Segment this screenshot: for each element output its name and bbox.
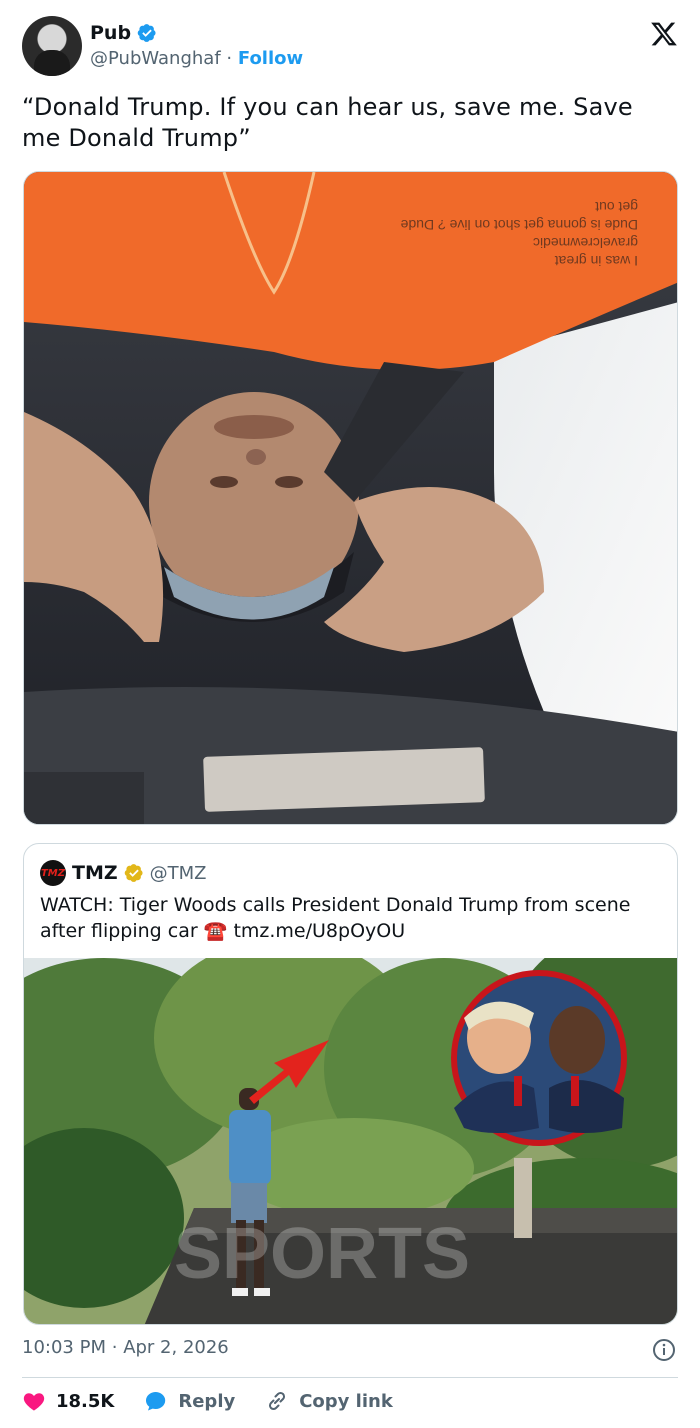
quoted-tweet-header: TMZ TMZ @TMZ <box>40 860 207 886</box>
heart-icon <box>23 1393 45 1411</box>
link-icon <box>269 1391 286 1411</box>
x-logo-icon[interactable] <box>650 20 678 48</box>
handle-row: @PubWanghaf · Follow <box>90 48 303 69</box>
gold-verified-badge-icon <box>124 864 143 882</box>
reply-button[interactable]: Reply <box>144 1389 235 1413</box>
tweet-media-image[interactable]: get out Dude is gonna get shot on live ?… <box>23 171 678 825</box>
copy-link-label: Copy link <box>299 1390 393 1412</box>
quoted-tweet[interactable]: TMZ TMZ @TMZ WATCH: Tiger Woods calls Pr… <box>23 843 678 1325</box>
reply-bubble-icon <box>146 1392 166 1411</box>
quoted-tweet-text: WATCH: Tiger Woods calls President Donal… <box>40 892 660 944</box>
timestamp-date: Apr 2, 2026 <box>123 1337 229 1358</box>
action-bar: 18.5K Reply Copy link <box>22 1386 393 1416</box>
tweet-header: Pub @PubWanghaf · Follow <box>22 16 682 78</box>
name-row: Pub <box>90 22 157 44</box>
tweet-text: “Donald Trump. If you can hear us, save … <box>22 93 633 152</box>
overlay-caption-1: get out <box>595 199 638 215</box>
watermark-text: SPORTS <box>174 1214 470 1294</box>
overlay-caption-4: I was in great <box>555 253 638 269</box>
overlay-caption-2: Dude is gonna get shot on live ? Dude <box>400 217 638 233</box>
timestamp-time: 10:03 PM <box>22 1337 106 1358</box>
quoted-display-name[interactable]: TMZ <box>72 862 118 884</box>
verified-badge-icon <box>137 24 156 42</box>
like-count: 18.5K <box>56 1390 115 1412</box>
quoted-link[interactable]: tmz.me/U8pOyOU <box>233 920 405 942</box>
like-button[interactable]: 18.5K <box>22 1389 114 1413</box>
phone-emoji: ☎️ <box>203 920 228 942</box>
avatar[interactable] <box>22 16 82 76</box>
overlay-caption-3: gravelcrewmedic <box>533 235 638 251</box>
tmz-logo-avatar[interactable]: TMZ <box>40 860 66 886</box>
display-name[interactable]: Pub <box>90 22 131 44</box>
quoted-handle[interactable]: @TMZ <box>150 863 207 884</box>
user-handle[interactable]: @PubWanghaf <box>90 48 221 69</box>
tweet-timestamp[interactable]: 10:03 PM · Apr 2, 2026 <box>22 1337 229 1358</box>
info-icon[interactable] <box>652 1338 676 1362</box>
tweet-card: Pub @PubWanghaf · Follow “Donald Trump. … <box>0 0 700 1428</box>
quoted-media-image[interactable]: SPORTS <box>24 958 677 1324</box>
copy-link-button[interactable]: Copy link <box>265 1389 393 1413</box>
follow-button[interactable]: Follow <box>238 48 303 69</box>
handle-separator: · <box>226 48 233 69</box>
timestamp-separator: · <box>111 1337 118 1358</box>
reply-label: Reply <box>178 1390 236 1412</box>
divider <box>22 1377 678 1378</box>
street-scene-illustration: SPORTS <box>24 958 677 1324</box>
car-selfie-illustration: get out Dude is gonna get shot on live ?… <box>24 172 677 824</box>
